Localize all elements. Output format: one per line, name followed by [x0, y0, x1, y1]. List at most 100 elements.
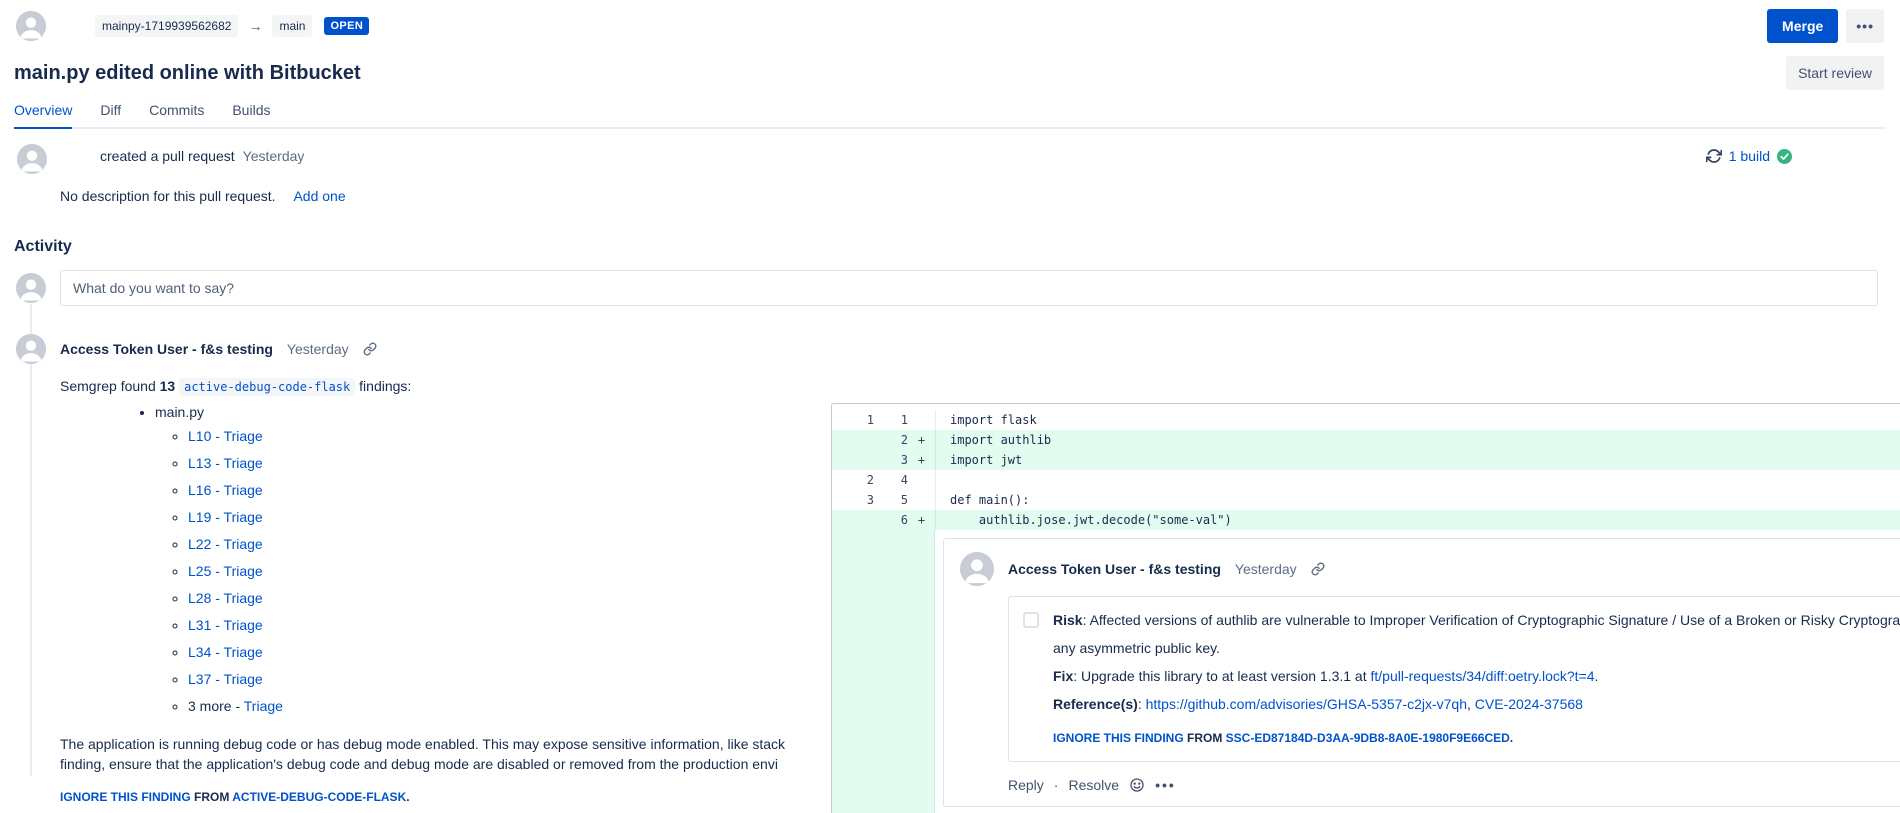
reference-link-1[interactable]: https://github.com/advisories/GHSA-5357-…: [1146, 696, 1467, 712]
permalink-icon[interactable]: [363, 342, 377, 356]
merge-button[interactable]: Merge: [1767, 9, 1838, 43]
diff-row: 24: [832, 470, 1900, 490]
file-name: main.py: [155, 404, 204, 420]
build-status: 1 build: [1706, 148, 1792, 164]
tab-diff[interactable]: Diff: [100, 102, 121, 129]
finding-link[interactable]: L13 - Triage: [188, 455, 263, 471]
risk-line2: any asymmetric public key.: [1053, 637, 1900, 659]
pull-request-page: mainpy-1719939562682 → main OPEN Merge •…: [0, 0, 1900, 813]
colon: :: [1138, 696, 1146, 712]
finding-detail-box: Risk: Affected versions of authlib are v…: [1008, 596, 1900, 762]
inline-comment-author[interactable]: Access Token User - f&s testing: [1008, 561, 1221, 577]
finding-checkbox[interactable]: [1023, 612, 1039, 628]
inline-comment-header: Access Token User - f&s testing Yesterda…: [960, 552, 1900, 586]
diff-row-added: 6+ authlib.jose.jwt.decode("some-val"): [832, 510, 1900, 530]
rule-lozenge[interactable]: active-debug-code-flask: [179, 378, 355, 396]
new-line-number: 4: [874, 470, 908, 490]
more-triage-link[interactable]: Triage: [244, 698, 283, 714]
semgrep-prefix: Semgrep found: [60, 378, 160, 394]
semgrep-summary: Semgrep found 13 active-debug-code-flask…: [60, 378, 1900, 394]
finding-link[interactable]: L10 - Triage: [188, 428, 263, 444]
ignore-rule-link[interactable]: ACTIVE-DEBUG-CODE-FLASK: [232, 790, 406, 804]
more-actions-button[interactable]: •••: [1846, 9, 1884, 43]
old-line-number: [832, 430, 874, 450]
new-line-number: 6: [874, 510, 908, 530]
diff-row-added: 2+import authlib: [832, 430, 1900, 450]
period: .: [406, 790, 409, 804]
diff-sign: [908, 410, 935, 430]
finding-link[interactable]: L28 - Triage: [188, 590, 263, 606]
build-count-link[interactable]: 1 build: [1729, 148, 1770, 164]
ignore-from-text: FROM: [191, 790, 233, 804]
fix-label: Fix: [1053, 668, 1073, 684]
reply-button[interactable]: Reply: [1008, 777, 1044, 793]
old-line-number: 1: [832, 410, 874, 430]
description-row: No description for this pull request. Ad…: [60, 188, 346, 204]
old-line-number: 3: [832, 490, 874, 510]
inline-comment-gutter: [832, 530, 935, 813]
code-line: import jwt: [935, 450, 1900, 470]
diff-sign: [908, 470, 935, 490]
no-description-text: No description for this pull request.: [60, 188, 276, 204]
comment-author[interactable]: Access Token User - f&s testing: [60, 341, 273, 357]
inline-comment-card: Access Token User - f&s testing Yesterda…: [943, 538, 1900, 807]
commenter-avatar: [16, 334, 46, 364]
period: .: [1510, 731, 1513, 745]
creator-avatar: [17, 144, 47, 174]
comment-header: Access Token User - f&s testing Yesterda…: [16, 334, 1900, 364]
author-avatar: [16, 11, 46, 41]
finding-link[interactable]: L37 - Triage: [188, 671, 263, 687]
emoji-reaction-icon[interactable]: [1129, 777, 1145, 793]
ignore-from-text: FROM: [1184, 731, 1226, 745]
page-title: main.py edited online with Bitbucket: [14, 62, 361, 85]
inline-commenter-avatar: [960, 552, 994, 586]
reference-link-2[interactable]: CVE-2024-37568: [1475, 696, 1583, 712]
created-action-text: created a pull request: [100, 148, 235, 164]
inline-ignore-row: IGNORE THIS FINDING FROM SSC-ED87184D-D3…: [1053, 727, 1900, 749]
code-line: import authlib: [935, 430, 1900, 450]
risk-label: Risk: [1053, 612, 1083, 628]
references-label: Reference(s): [1053, 696, 1138, 712]
add-description-link[interactable]: Add one: [293, 188, 345, 204]
diff-sign: +: [908, 510, 935, 530]
finding-link[interactable]: L16 - Triage: [188, 482, 263, 498]
start-review-button[interactable]: Start review: [1786, 56, 1884, 90]
target-branch[interactable]: main: [272, 15, 312, 37]
activity-heading: Activity: [14, 238, 72, 256]
inline-comment-more-button[interactable]: •••: [1155, 777, 1176, 793]
comment-input[interactable]: [60, 270, 1878, 306]
inline-comment-actions: Reply · Resolve •••: [1008, 777, 1900, 793]
fix-line: Fix: Upgrade this library to at least ve…: [1053, 665, 1900, 687]
new-line-number: 1: [874, 410, 908, 430]
ignore-finding-link[interactable]: IGNORE THIS FINDING: [1053, 731, 1184, 745]
tab-builds[interactable]: Builds: [232, 102, 270, 129]
resolve-button[interactable]: Resolve: [1068, 777, 1119, 793]
finding-link[interactable]: L22 - Triage: [188, 536, 263, 552]
inline-comment-content: Access Token User - f&s testing Yesterda…: [935, 530, 1900, 813]
ignore-finding-link[interactable]: IGNORE THIS FINDING: [60, 790, 191, 804]
finding-link[interactable]: L25 - Triage: [188, 563, 263, 579]
diff-row: 35def main():: [832, 490, 1900, 510]
finding-link[interactable]: L34 - Triage: [188, 644, 263, 660]
ignore-rule-link[interactable]: SSC-ED87184D-D3AA-9DB8-8A0E-1980F9E66CED: [1226, 731, 1510, 745]
dot-separator: ·: [1054, 777, 1059, 793]
diff-row-added: 3+import jwt: [832, 450, 1900, 470]
source-branch[interactable]: mainpy-1719939562682: [95, 15, 238, 37]
composer-avatar: [16, 273, 46, 303]
fix-link[interactable]: ft/pull-requests/34/diff:oetry.lock?t=4: [1371, 668, 1595, 684]
tab-overview[interactable]: Overview: [14, 102, 72, 129]
finding-count: 13: [160, 378, 176, 394]
comma: ,: [1467, 696, 1475, 712]
risk-line: Risk: Affected versions of authlib are v…: [1053, 609, 1900, 631]
references-line: Reference(s): https://github.com/advisor…: [1053, 693, 1900, 715]
tab-commits[interactable]: Commits: [149, 102, 204, 129]
diff-sign: +: [908, 430, 935, 450]
old-line-number: [832, 510, 874, 530]
finding-link[interactable]: L19 - Triage: [188, 509, 263, 525]
finding-link[interactable]: L31 - Triage: [188, 617, 263, 633]
risk-text: : Affected versions of authlib are vulne…: [1083, 612, 1900, 628]
diff-row: 11import flask: [832, 410, 1900, 430]
old-line-number: [832, 450, 874, 470]
branch-arrow-icon: →: [248, 18, 262, 34]
permalink-icon[interactable]: [1311, 562, 1325, 576]
